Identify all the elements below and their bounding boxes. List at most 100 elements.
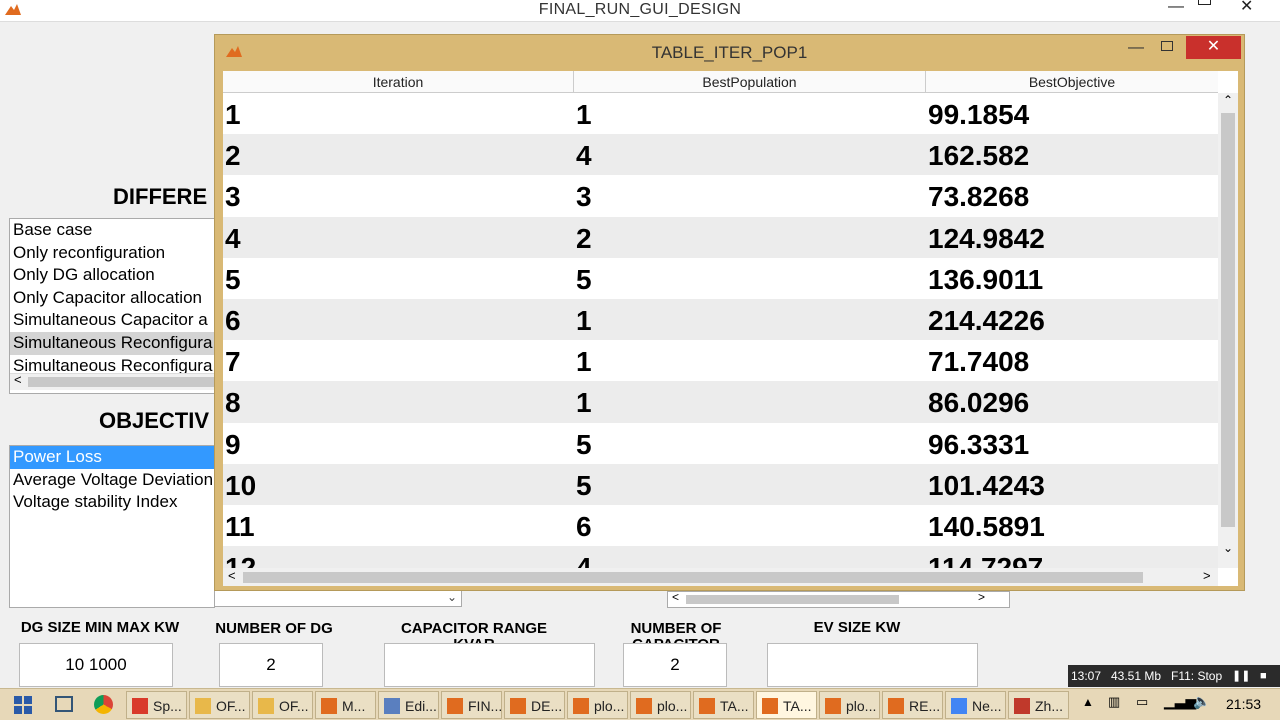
taskbar-app-button[interactable]: plo... bbox=[567, 691, 628, 719]
taskbar-app-button[interactable]: FIN... bbox=[441, 691, 502, 719]
table-row[interactable]: 2 4 162.582 bbox=[223, 134, 1218, 176]
table-vscrollbar[interactable]: ⌃ ⌄ bbox=[1218, 93, 1238, 568]
taskbar-app-button[interactable]: Zh... bbox=[1008, 691, 1069, 719]
taskbar-app-button[interactable]: RE... bbox=[882, 691, 943, 719]
scroll-left-icon-2[interactable]: < bbox=[672, 590, 679, 604]
table-cell[interactable]: 3 bbox=[223, 175, 241, 216]
table-hscrollbar[interactable]: < > bbox=[223, 568, 1218, 586]
ev-size-input[interactable] bbox=[767, 643, 978, 687]
objective-option[interactable]: Average Voltage Deviation bbox=[10, 469, 214, 492]
table-cell[interactable]: 162.582 bbox=[926, 134, 1029, 175]
table-cell[interactable]: 96.3331 bbox=[926, 423, 1029, 464]
stop-icon[interactable]: ■ bbox=[1260, 665, 1267, 687]
tray-volume-icon[interactable]: 🔈 bbox=[1193, 693, 1210, 710]
objective-option[interactable]: Voltage stability Index bbox=[10, 491, 214, 514]
table-cell[interactable]: 1 bbox=[574, 381, 592, 422]
close-button[interactable]: ✕ bbox=[1240, 0, 1253, 16]
table-row[interactable]: 11 6 140.5891 bbox=[223, 505, 1218, 546]
table-cell[interactable]: 5 bbox=[574, 258, 592, 299]
table-cell[interactable]: 136.9011 bbox=[926, 258, 1043, 299]
table-cell[interactable]: 5 bbox=[574, 423, 592, 464]
table-hscroll-thumb[interactable] bbox=[243, 572, 1143, 583]
recorder-stop[interactable]: F11: Stop bbox=[1171, 665, 1222, 687]
taskbar-app-button[interactable]: Edi... bbox=[378, 691, 439, 719]
lower-scroll-thumb[interactable] bbox=[686, 595, 899, 604]
tray-signal-icon[interactable]: ▁▃▅ bbox=[1164, 693, 1196, 710]
column-header-bestpopulation[interactable]: BestPopulation bbox=[574, 71, 926, 93]
case-option[interactable]: Simultaneous Reconfigura bbox=[10, 331, 214, 355]
table-cell[interactable]: 6 bbox=[574, 505, 592, 546]
table-scroll-left-icon[interactable]: < bbox=[228, 568, 236, 583]
table-cell[interactable]: 124.9842 bbox=[926, 217, 1045, 258]
objective-option[interactable]: Power Loss bbox=[10, 446, 214, 469]
table-cell[interactable]: 1 bbox=[223, 93, 241, 134]
num-dg-input[interactable]: 2 bbox=[219, 643, 323, 687]
table-cell[interactable]: 86.0296 bbox=[926, 381, 1029, 422]
table-cell[interactable]: 5 bbox=[223, 258, 241, 299]
table-cell[interactable]: 9 bbox=[223, 423, 241, 464]
table-cell[interactable]: 7 bbox=[223, 340, 241, 381]
scroll-right-icon-2[interactable]: > bbox=[978, 590, 985, 604]
cases-listbox[interactable]: Base case Only reconfiguration Only DG all… bbox=[9, 218, 215, 394]
tray-chevron-icon[interactable]: ▲ bbox=[1082, 695, 1094, 709]
capacitor-range-input[interactable] bbox=[384, 643, 595, 687]
case-option[interactable]: Only reconfiguration bbox=[10, 242, 214, 265]
table-row[interactable]: 4 2 124.9842 bbox=[223, 216, 1218, 258]
taskbar-app-button[interactable]: plo... bbox=[630, 691, 691, 719]
column-header-iteration[interactable]: Iteration bbox=[223, 71, 574, 93]
taskbar-app-button[interactable]: TA... bbox=[693, 691, 754, 719]
taskbar-app-button[interactable]: OF... bbox=[189, 691, 250, 719]
table-close-button[interactable]: ✕ bbox=[1186, 36, 1241, 59]
table-minimize-button[interactable]: — bbox=[1128, 39, 1144, 57]
table-cell[interactable]: 2 bbox=[223, 134, 241, 175]
table-row[interactable]: 1 1 99.1854 bbox=[223, 93, 1218, 134]
table-cell[interactable]: 214.4226 bbox=[926, 299, 1045, 340]
table-cell[interactable]: 2 bbox=[574, 217, 592, 258]
table-cell[interactable]: 10 bbox=[223, 464, 256, 505]
table-row[interactable]: 5 5 136.9011 bbox=[223, 258, 1218, 299]
maximize-button[interactable] bbox=[1198, 0, 1211, 5]
tray-power-icon[interactable]: ▭ bbox=[1136, 694, 1148, 710]
table-cell[interactable]: 101.4243 bbox=[926, 464, 1045, 505]
table-row[interactable]: 7 1 71.7408 bbox=[223, 340, 1218, 381]
cases-scroll-thumb[interactable] bbox=[28, 377, 214, 387]
table-cell[interactable]: 5 bbox=[574, 464, 592, 505]
scroll-down-icon[interactable]: ⌄ bbox=[1223, 541, 1233, 555]
minimize-button[interactable]: — bbox=[1168, 0, 1184, 16]
windows-start-icon[interactable] bbox=[14, 696, 32, 714]
table-cell[interactable]: 1 bbox=[574, 299, 592, 340]
chrome-icon[interactable] bbox=[94, 695, 113, 714]
table-row[interactable]: 9 5 96.3331 bbox=[223, 423, 1218, 464]
table-row[interactable]: 3 3 73.8268 bbox=[223, 175, 1218, 216]
taskbar-clock[interactable]: 21:53 bbox=[1226, 696, 1261, 712]
table-cell[interactable]: 11 bbox=[223, 505, 255, 546]
objective-listbox[interactable]: Power Loss Average Voltage Deviation Volta… bbox=[9, 445, 215, 608]
table-row[interactable]: 10 5 101.4243 bbox=[223, 463, 1218, 505]
explorer-icon[interactable] bbox=[55, 696, 73, 712]
table-maximize-button[interactable] bbox=[1161, 41, 1173, 51]
table-cell[interactable]: 4 bbox=[574, 134, 592, 175]
table-cell[interactable]: 1 bbox=[574, 340, 592, 381]
column-header-bestobjective[interactable]: BestObjective bbox=[926, 71, 1218, 93]
taskbar-app-button[interactable]: plo... bbox=[819, 691, 880, 719]
table-cell[interactable]: 4 bbox=[223, 217, 241, 258]
scroll-left-icon[interactable]: < bbox=[14, 372, 22, 387]
table-cell[interactable]: 71.7408 bbox=[926, 340, 1029, 381]
case-option[interactable]: Base case bbox=[10, 219, 214, 242]
cases-hscrollbar[interactable]: < bbox=[10, 372, 214, 390]
case-option[interactable]: Only DG allocation bbox=[10, 264, 214, 287]
table-row[interactable]: 6 1 214.4226 bbox=[223, 299, 1218, 341]
pause-icon[interactable]: ❚❚ bbox=[1232, 665, 1250, 687]
taskbar-app-button[interactable]: Sp... bbox=[126, 691, 187, 719]
scroll-up-icon[interactable]: ⌃ bbox=[1223, 93, 1233, 107]
num-capacitor-input[interactable]: 2 bbox=[623, 643, 727, 687]
dg-size-input[interactable]: 10 1000 bbox=[19, 643, 173, 687]
dropdown-arrow-icon[interactable]: ⌄ bbox=[447, 590, 457, 604]
case-option[interactable]: Simultaneous Capacitor a bbox=[10, 309, 214, 332]
case-option[interactable]: Only Capacitor allocation bbox=[10, 287, 214, 310]
table-row[interactable]: 8 1 86.0296 bbox=[223, 381, 1218, 423]
tray-network-icon[interactable]: ▥ bbox=[1108, 694, 1120, 710]
taskbar-app-button[interactable]: TA... bbox=[756, 691, 817, 719]
table-scroll-right-icon[interactable]: > bbox=[1203, 568, 1211, 583]
taskbar-app-button[interactable]: Ne... bbox=[945, 691, 1006, 719]
